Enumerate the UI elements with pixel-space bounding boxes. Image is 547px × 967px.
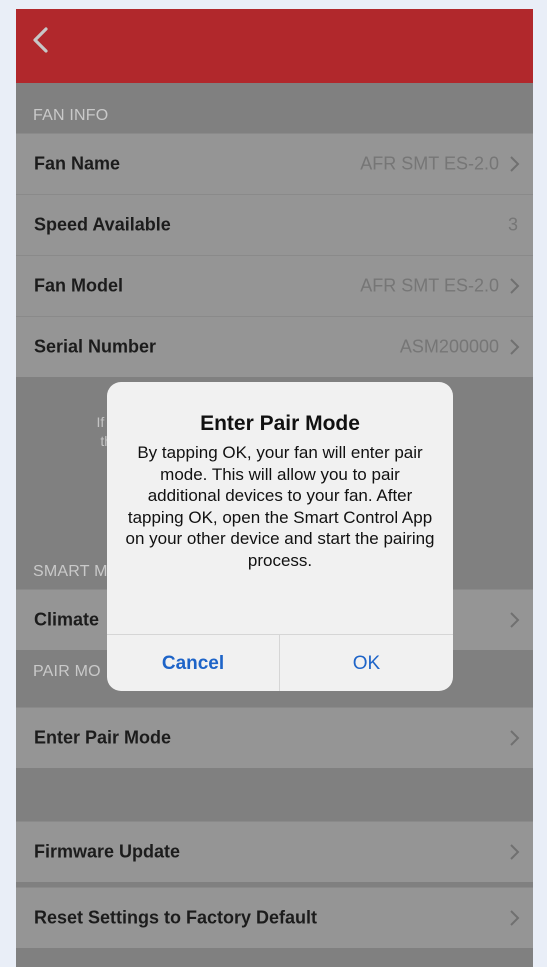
serial-number-row[interactable]: Serial Number ASM200000 [16, 316, 533, 377]
chevron-left-icon[interactable] [30, 25, 52, 55]
chevron-right-icon [510, 156, 520, 172]
section-header-label: SMART M [33, 563, 108, 580]
row-label: Reset Settings to Factory Default [34, 907, 318, 928]
chevron-right-icon [510, 278, 520, 294]
ok-button[interactable]: OK [279, 635, 453, 691]
row-label: Firmware Update [34, 841, 181, 862]
app-screen: FAN INFO Fan Name AFR SMT ES-2.0 Speed A… [16, 9, 533, 967]
reset-factory-default-row[interactable]: Reset Settings to Factory Default [16, 887, 533, 948]
fan-name-row[interactable]: Fan Name AFR SMT ES-2.0 [16, 133, 533, 194]
row-label: Enter Pair Mode [34, 727, 172, 748]
chevron-right-icon [510, 844, 520, 860]
row-value: AFR SMT ES-2.0 [360, 275, 499, 296]
firmware-update-row[interactable]: Firmware Update [16, 821, 533, 882]
row-value: AFR SMT ES-2.0 [360, 153, 499, 174]
cancel-button[interactable]: Cancel [107, 635, 279, 691]
section-header-label: FAN INFO [33, 107, 109, 124]
chevron-right-icon [510, 339, 520, 355]
nav-bar [16, 9, 533, 83]
chevron-right-icon [510, 910, 520, 926]
enter-pair-mode-row[interactable]: Enter Pair Mode [16, 707, 533, 768]
row-label: Fan Model [34, 275, 123, 296]
fan-model-row[interactable]: Fan Model AFR SMT ES-2.0 [16, 255, 533, 316]
row-label: Fan Name [34, 153, 121, 174]
chevron-right-icon [510, 730, 520, 746]
chevron-right-icon [510, 612, 520, 628]
enter-pair-mode-dialog: Enter Pair Mode By tapping OK, your fan … [107, 382, 453, 691]
dialog-message: By tapping OK, your fan will enter pair … [125, 443, 435, 570]
row-label: Serial Number [34, 336, 157, 357]
section-header-fan-info: FAN INFO [16, 83, 533, 133]
speed-available-row: Speed Available 3 [16, 194, 533, 255]
row-label: Climate [34, 609, 100, 630]
row-label: Speed Available [34, 214, 171, 235]
dialog-title: Enter Pair Mode [200, 412, 360, 435]
section-header-label: PAIR MO [33, 663, 101, 680]
row-value: 3 [507, 214, 518, 235]
dialog-actions: Cancel OK [107, 634, 453, 691]
row-value: ASM200000 [399, 336, 499, 357]
